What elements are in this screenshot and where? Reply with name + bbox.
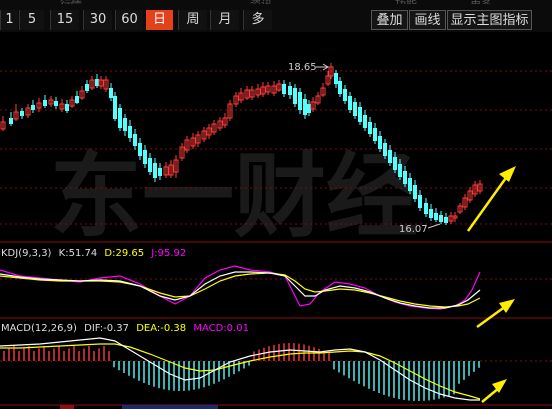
timeline-marker: [60, 405, 74, 409]
candle: [271, 81, 277, 96]
candle: [123, 114, 127, 136]
candle: [128, 120, 132, 142]
candle: [448, 212, 454, 224]
candle: [25, 104, 31, 118]
kdj-uptrend-arrow: [476, 299, 515, 329]
kdj-d-value: D:29.65: [104, 248, 144, 259]
candle: [65, 100, 69, 113]
candle: [31, 100, 35, 113]
candle: [282, 80, 286, 97]
candle: [43, 95, 47, 108]
candle: [358, 102, 362, 125]
candle: [233, 92, 239, 107]
macd-hist-value: MACD:0.01: [193, 323, 249, 334]
candle: [69, 96, 75, 108]
candle: [255, 84, 261, 98]
candle: [307, 100, 311, 116]
candle: [424, 198, 428, 217]
candle: [206, 124, 212, 139]
candle: [103, 76, 109, 92]
candle: [418, 190, 422, 211]
macd-dif-value: DIF:-0.37: [84, 323, 129, 334]
candle: [238, 88, 244, 103]
kdj-lines: [0, 265, 481, 310]
candle: [95, 74, 99, 88]
candle: [79, 86, 85, 100]
candle: [9, 112, 13, 126]
candle: [467, 187, 473, 203]
candle: [85, 80, 89, 93]
macd-uptrend-arrow: [481, 379, 507, 403]
candle: [315, 92, 321, 105]
candle: [444, 213, 448, 225]
candle: [113, 92, 117, 121]
price-uptrend-arrow: [466, 166, 516, 232]
candle: [334, 70, 338, 88]
candle: [338, 77, 342, 97]
candle: [320, 83, 326, 97]
macd-dif-line: [0, 337, 480, 401]
macd-name: MACD(12,26,9): [1, 323, 77, 334]
candle: [477, 180, 483, 194]
candle: [373, 123, 377, 144]
candle: [303, 94, 307, 119]
candle: [75, 91, 79, 104]
low-price-label: 16.07: [399, 224, 428, 235]
low-price-marker: 16.07: [399, 223, 441, 235]
candle: [265, 82, 271, 95]
candle: [13, 104, 19, 121]
candle: [276, 80, 282, 92]
candle: [109, 83, 113, 101]
candle: [429, 204, 433, 221]
svg-text:MACD(12,26,9) DIF:-0.37: MACD(12,26,9) DIF:-0.37 DEA:-0.38 MACD:0…: [1, 323, 249, 334]
watermark-text: 东一财经: [50, 142, 418, 250]
candle: [439, 211, 443, 224]
candle: [343, 85, 347, 104]
macd-dea-value: DEA:-0.38: [136, 323, 186, 334]
kdj-j-value: J:95.92: [150, 248, 186, 259]
svg-text:KDJ(9,3,3) K:51.74 D:2: KDJ(9,3,3) K:51.74 D:29.65 J:95.92: [1, 248, 186, 259]
macd-dea-line: [0, 343, 481, 400]
candle: [457, 203, 463, 214]
candle: [222, 113, 228, 128]
candle: [462, 194, 468, 210]
macd-lines: [0, 337, 481, 401]
stock-chart: 东一财经 18.65 16.07 KDJ(9,3,3) K:51.74 D:29…: [0, 62, 552, 409]
candle: [363, 110, 367, 131]
candle: [249, 86, 255, 100]
candle: [244, 86, 250, 100]
timeline-scrollbar-thumb[interactable]: [122, 405, 218, 409]
candle: [48, 96, 54, 107]
panel-dividers: [0, 241, 552, 406]
candle: [452, 212, 458, 222]
candle: [260, 82, 266, 97]
candle: [0, 116, 6, 131]
candle: [288, 82, 292, 99]
candle: [98, 76, 104, 89]
candle: [201, 127, 207, 142]
candle: [89, 76, 95, 90]
kdj-name: KDJ(9,3,3): [1, 248, 52, 259]
macd-histogram: [3, 343, 480, 401]
candle: [348, 92, 352, 113]
candle: [211, 120, 217, 135]
candle: [118, 104, 122, 131]
candle: [434, 208, 438, 222]
high-price-label: 18.65: [288, 62, 317, 73]
candle: [217, 117, 223, 131]
candle: [368, 117, 372, 137]
candle: [353, 98, 357, 119]
candle: [54, 97, 58, 109]
candle: [293, 84, 297, 107]
candle: [472, 181, 478, 197]
candle: [378, 131, 382, 152]
kdj-k-value: K:51.74: [59, 248, 98, 259]
kdj-d-line: [0, 272, 481, 308]
